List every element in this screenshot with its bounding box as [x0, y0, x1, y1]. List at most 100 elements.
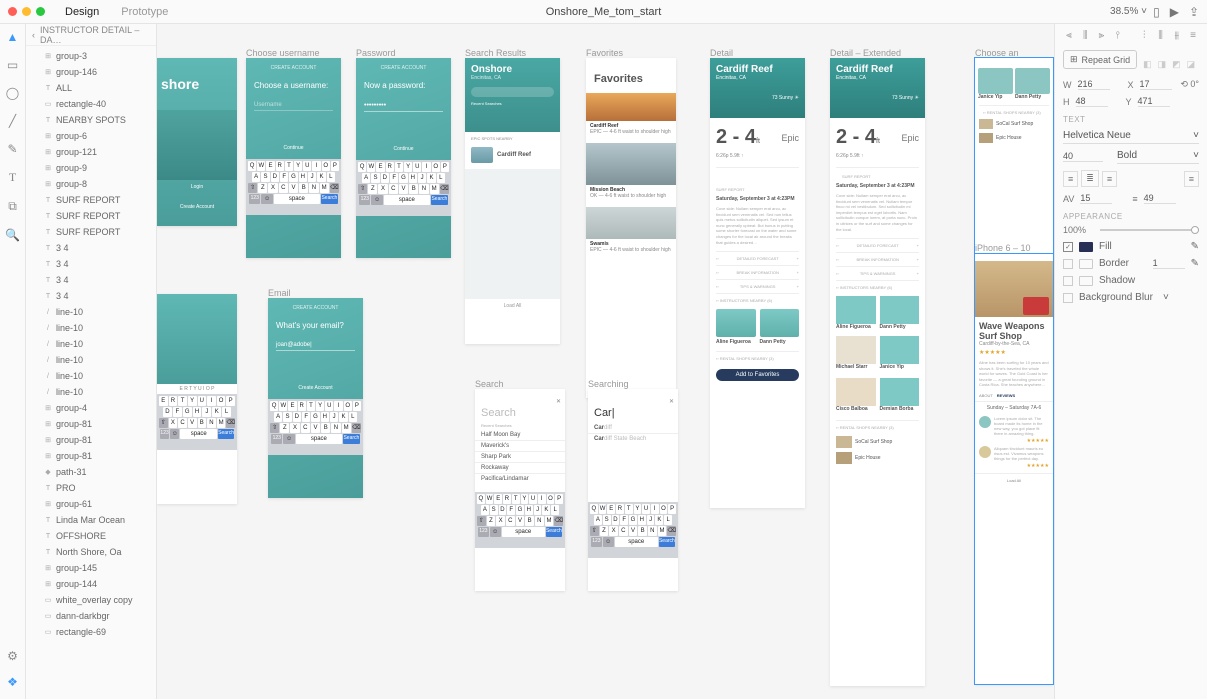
layer-item[interactable]: TLinda Mar Ocean: [26, 512, 156, 528]
device-preview-icon[interactable]: ▯: [1153, 5, 1160, 19]
fill-row[interactable]: ✓Fill✎: [1063, 241, 1199, 252]
layer-item[interactable]: TOFFSHORE: [26, 528, 156, 544]
select-tool-icon[interactable]: ▲: [7, 30, 19, 44]
layer-item[interactable]: /line-10: [26, 320, 156, 336]
font-family-select[interactable]: Helvetica Neue˅: [1063, 128, 1199, 144]
maximize-window[interactable]: [36, 7, 45, 16]
border-row[interactable]: Border1✎: [1063, 258, 1199, 269]
ellipse-tool-icon[interactable]: ◯: [6, 86, 19, 100]
boolean-ops[interactable]: ◧◨◩◪: [1143, 59, 1195, 70]
layer-item[interactable]: ⊞group-144: [26, 576, 156, 592]
artboard-choose-instructor[interactable]: Janice Yip Dann Petty ›› RENTAL SHOPS NE…: [975, 58, 1053, 254]
layer-item[interactable]: T3 4: [26, 256, 156, 272]
layer-item[interactable]: ⊞group-146: [26, 64, 156, 80]
artboard-label[interactable]: Detail – Extended: [830, 48, 901, 58]
width-field[interactable]: 216: [1078, 79, 1110, 90]
layer-item[interactable]: T3 4: [26, 240, 156, 256]
artboard-tool-icon[interactable]: ⧉: [8, 199, 17, 214]
symbols-icon[interactable]: ⚙: [7, 649, 18, 663]
layer-item[interactable]: /line-10: [26, 336, 156, 352]
canvas[interactable]: Choose username Password Search Results …: [157, 24, 1054, 699]
text-tool-icon[interactable]: T: [9, 170, 16, 185]
layer-item[interactable]: /line-10: [26, 368, 156, 384]
rotate-icon[interactable]: ⟲ 0°: [1180, 79, 1199, 90]
layer-item[interactable]: TSURF REPORT: [26, 192, 156, 208]
play-preview-icon[interactable]: ▶: [1170, 5, 1179, 19]
layer-item[interactable]: TNorth Shore, Oa: [26, 544, 156, 560]
artboard-label[interactable]: Search Results: [465, 48, 526, 58]
artboard-label[interactable]: Password: [356, 48, 396, 58]
artboard-shop-detail[interactable]: Wave Weapons Surf Shop Cardiff-by-the-Se…: [975, 254, 1053, 684]
artboard-label[interactable]: Favorites: [586, 48, 623, 58]
layer-item[interactable]: ▭dann-darkbgr: [26, 608, 156, 624]
layer-item[interactable]: /line-10: [26, 304, 156, 320]
share-icon[interactable]: ⇪: [1189, 5, 1199, 19]
x-field[interactable]: 17: [1140, 79, 1172, 90]
layer-item[interactable]: ⊞group-4: [26, 400, 156, 416]
layer-item[interactable]: /line-10: [26, 352, 156, 368]
rect-tool-icon[interactable]: ▭: [7, 58, 18, 72]
artboard-detail-ext[interactable]: Cardiff Reef Encinitas, CA 73 Sunny ☀ 2 …: [830, 58, 925, 686]
zoom-tool-icon[interactable]: 🔍: [5, 228, 20, 242]
artboard-label[interactable]: Search: [475, 379, 504, 389]
artboard-label[interactable]: Detail: [710, 48, 733, 58]
layer-item[interactable]: /line-10: [26, 384, 156, 400]
line-height-field[interactable]: 49: [1144, 193, 1176, 204]
layer-item[interactable]: T3 4: [26, 272, 156, 288]
artboard-search-results[interactable]: Onshore Encinitas, CA Recent Searches EP…: [465, 58, 560, 344]
y-field[interactable]: 471: [1138, 96, 1170, 107]
layer-item[interactable]: ▭white_overlay copy: [26, 592, 156, 608]
minimize-window[interactable]: [22, 7, 31, 16]
artboard-label[interactable]: Searching: [588, 379, 629, 389]
breadcrumb[interactable]: ‹ INSTRUCTOR DETAIL – DA…: [26, 24, 156, 46]
layer-item[interactable]: ⊞group-81: [26, 416, 156, 432]
layer-item[interactable]: TSURF REPORT: [26, 208, 156, 224]
artboard-searching[interactable]: ✕ Car| Cardiff Cardiff State Beach QWERT…: [588, 389, 678, 591]
prototype-tab[interactable]: Prototype: [121, 6, 168, 18]
font-size-field[interactable]: 40: [1063, 151, 1103, 162]
artboard-login[interactable]: E R T Y U I O P ERTYUIOP DFGHJKL ⇧XCVBNM…: [157, 294, 237, 504]
layers-icon[interactable]: ❖: [7, 675, 18, 689]
artboard-favorites[interactable]: Favorites Cardiff ReefEPIC — 4-6 ft wais…: [586, 58, 676, 398]
artboard-choose-username[interactable]: CREATE ACCOUNT Choose a username: Userna…: [246, 58, 341, 258]
artboard-email[interactable]: CREATE ACCOUNT What's your email? joan@a…: [268, 298, 363, 498]
layer-item[interactable]: ⊞group-8: [26, 176, 156, 192]
layer-item[interactable]: TSURF REPORT: [26, 224, 156, 240]
layer-item[interactable]: T3 4: [26, 288, 156, 304]
layer-item[interactable]: ⊞group-6: [26, 128, 156, 144]
artboard-label[interactable]: Email: [268, 288, 291, 298]
zoom-level[interactable]: 38.5% ˅: [1110, 6, 1147, 17]
line-tool-icon[interactable]: ╱: [9, 114, 16, 128]
opacity-slider[interactable]: [1100, 229, 1199, 231]
repeat-grid-button[interactable]: ⊞ Repeat Grid: [1063, 50, 1137, 69]
align-controls[interactable]: ⫷⫼⫸⫯ ⫶⫼⫵≡: [1063, 30, 1199, 42]
layer-item[interactable]: TNEARBY SPOTS: [26, 112, 156, 128]
artboard-password[interactable]: CREATE ACCOUNT Now a password: •••••••••…: [356, 58, 451, 258]
pen-tool-icon[interactable]: ✎: [7, 142, 17, 156]
font-weight-select[interactable]: Bold˅: [1117, 148, 1199, 164]
layer-item[interactable]: TALL: [26, 80, 156, 96]
artboard-label[interactable]: iPhone 6 – 10: [975, 243, 1031, 253]
layer-item[interactable]: ⊞group-61: [26, 496, 156, 512]
close-window[interactable]: [8, 7, 17, 16]
artboard-search[interactable]: ✕ Search Recent Searches Half Moon Bay M…: [475, 389, 565, 591]
layer-item[interactable]: ⊞group-145: [26, 560, 156, 576]
text-align-controls[interactable]: ≡≣≡ ≡: [1063, 170, 1199, 187]
blur-row[interactable]: Background Blur˅: [1063, 292, 1199, 303]
layer-item[interactable]: ⊞group-9: [26, 160, 156, 176]
layer-item[interactable]: ⊞group-81: [26, 432, 156, 448]
artboard-splash[interactable]: shore Login Create Account: [157, 58, 237, 226]
layer-item[interactable]: ⊞group-3: [26, 48, 156, 64]
layer-item[interactable]: ▭rectangle-69: [26, 624, 156, 640]
layer-item[interactable]: TPRO: [26, 480, 156, 496]
artboard-detail[interactable]: Cardiff Reef Encinitas, CA 73 Sunny ☀ 2 …: [710, 58, 805, 508]
shadow-row[interactable]: Shadow: [1063, 275, 1199, 286]
char-spacing-field[interactable]: 15: [1080, 193, 1112, 204]
layer-item[interactable]: ◆path-31: [26, 464, 156, 480]
design-tab[interactable]: Design: [65, 6, 99, 18]
layer-item[interactable]: ⊞group-81: [26, 448, 156, 464]
height-field[interactable]: 48: [1076, 96, 1108, 107]
layer-item[interactable]: ⊞group-121: [26, 144, 156, 160]
artboard-label[interactable]: Choose username: [246, 48, 320, 58]
layer-item[interactable]: ▭rectangle-40: [26, 96, 156, 112]
